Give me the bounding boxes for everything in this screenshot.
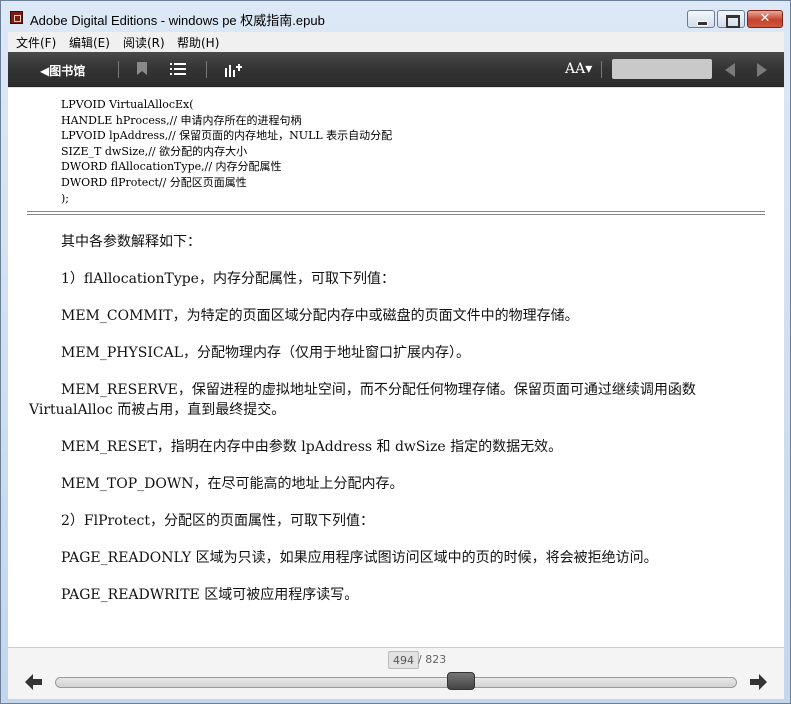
paragraph: MEM_RESERVE，保留进程的虚拟地址空间，而不分配任何物理存储。保留页面可…	[29, 382, 696, 418]
paragraph: MEM_COMMIT，为特定的页面区域分配内存中或磁盘的页面文件中的物理存储。	[61, 308, 579, 324]
current-page-field[interactable]: 494	[388, 651, 419, 669]
title-bar: Adobe Digital Editions - windows pe 权威指南…	[1, 1, 790, 33]
paragraph: PAGE_READWRITE 区域可被应用程序读写。	[61, 587, 359, 603]
app-window: Adobe Digital Editions - windows pe 权威指南…	[0, 0, 791, 704]
code-line: DWORD flAllocationType,// 内存分配属性	[61, 160, 282, 174]
arrow-right-icon[interactable]	[749, 674, 767, 690]
menu-edit[interactable]: 编辑(E)	[69, 34, 110, 51]
toolbar-divider	[118, 61, 119, 78]
code-line: LPVOID VirtualAllocEx(	[61, 98, 194, 111]
total-pages: / 823	[418, 653, 447, 666]
bookmark-icon[interactable]	[137, 62, 147, 75]
window-title: Adobe Digital Editions - windows pe 权威指南…	[30, 13, 325, 28]
paragraph: 1）flAllocationType，内存分配属性，可取下列值：	[61, 271, 395, 287]
close-button[interactable]: ✕	[747, 10, 783, 28]
code-line: );	[61, 191, 69, 205]
paragraph: PAGE_READONLY 区域为只读，如果应用程序试图访问区域中的页的时候，将…	[61, 550, 658, 566]
code-line: HANDLE hProcess,// 申请内存所在的进程句柄	[61, 113, 302, 127]
paragraph: MEM_RESET，指明在内存中由参数 lpAddress 和 dwSize 指…	[61, 439, 563, 455]
code-listing: LPVOID VirtualAllocEx( HANDLE hProcess,/…	[61, 97, 392, 206]
paragraph: 2）FlProtect，分配区的页面属性，可取下列值：	[61, 513, 375, 529]
library-button[interactable]: ◀图书馆	[40, 62, 85, 79]
code-line: SIZE_T dwSize,// 欲分配的内存大小	[61, 144, 248, 158]
book-content[interactable]: LPVOID VirtualAllocEx( HANDLE hProcess,/…	[8, 88, 784, 647]
next-page-icon[interactable]	[757, 63, 767, 77]
paragraph: MEM_PHYSICAL，分配物理内存（仅用于地址窗口扩展内存）。	[61, 345, 470, 361]
page-navigator: 494 / 823	[8, 647, 784, 699]
toc-icon[interactable]	[170, 63, 186, 75]
paragraph: 其中各参数解释如下：	[61, 234, 201, 250]
menu-help[interactable]: 帮助(H)	[177, 34, 219, 51]
search-input[interactable]	[612, 59, 712, 79]
divider-line	[27, 214, 765, 215]
prev-page-icon[interactable]	[725, 63, 735, 77]
code-line: DWORD flProtect// 分配区页面属性	[61, 175, 247, 189]
minimize-button[interactable]	[687, 10, 715, 28]
paragraph: MEM_TOP_DOWN，在尽可能高的地址上分配内存。	[61, 476, 404, 492]
toolbar-divider	[601, 61, 602, 78]
maximize-button[interactable]	[717, 10, 745, 28]
toolbar-divider	[206, 61, 207, 78]
menu-read[interactable]: 阅读(R)	[123, 34, 165, 51]
stats-icon[interactable]	[225, 62, 243, 77]
arrow-left-icon[interactable]	[25, 674, 43, 690]
page-slider-thumb[interactable]	[447, 672, 476, 690]
close-icon: ✕	[759, 11, 771, 26]
app-icon	[10, 11, 23, 24]
font-size-icon[interactable]: AA▾	[565, 61, 592, 77]
menu-file[interactable]: 文件(F)	[16, 34, 56, 51]
menu-bar: 文件(F) 编辑(E) 阅读(R) 帮助(H)	[8, 32, 784, 52]
code-line: LPVOID lpAddress,// 保留页面的内存地址，NULL 表示自动分…	[61, 129, 393, 143]
page-slider[interactable]	[55, 677, 737, 688]
divider-line	[27, 211, 765, 212]
reader-toolbar: ◀图书馆 AA▾	[8, 52, 784, 87]
